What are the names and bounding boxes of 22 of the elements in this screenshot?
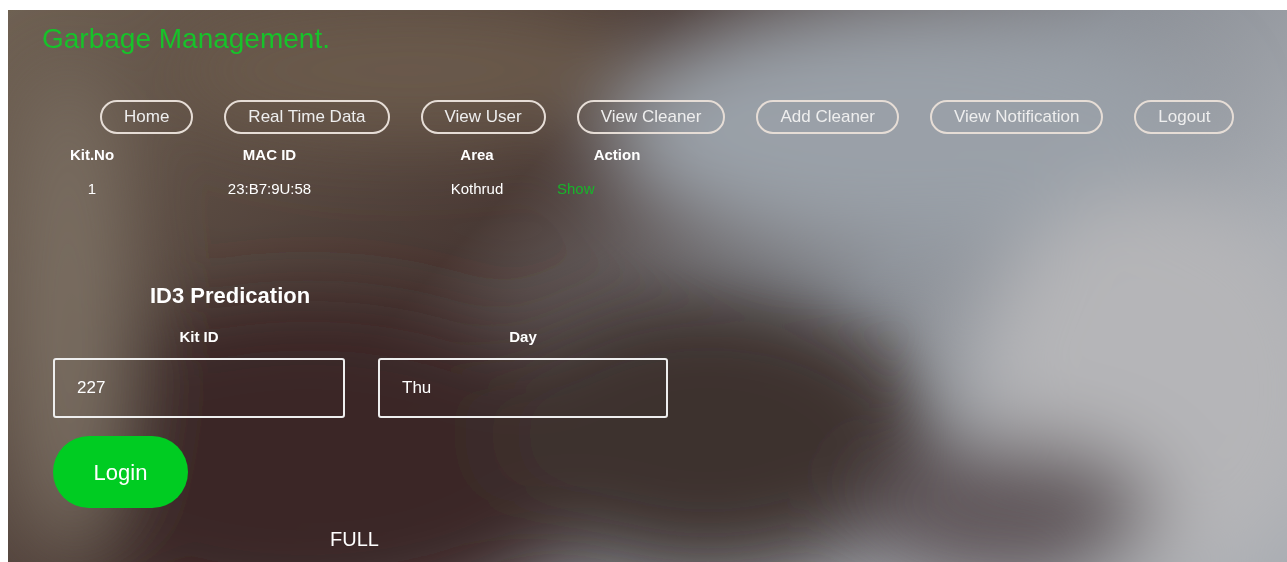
nav-button[interactable]: View User [420,99,546,134]
table-cell-text: Kothrud [449,179,505,200]
field-label: Kit ID [178,327,220,347]
show-link[interactable]: Show [557,178,677,201]
table-cell-text: 1 [86,179,98,200]
column-header: Kit.No [68,145,116,165]
table-cell-text: 23:B7:9U:58 [226,179,313,200]
nav-button[interactable]: Logout [1134,99,1235,134]
result-text: FULL [330,528,380,551]
column-header: Area [459,145,495,165]
nav-button[interactable]: Add Cleaner [756,99,899,134]
site-title: Garbage Management. [42,22,331,56]
nav-button[interactable]: View Notification [930,99,1104,134]
input-field[interactable]: 227 [53,358,345,419]
input-field[interactable]: Thu [378,358,668,419]
column-header: Action [592,145,642,165]
nav-button[interactable]: Home [100,99,194,134]
field-label: Day [508,327,538,347]
nav-button[interactable]: Real Time Data [224,99,390,134]
section-heading: ID3 Predication [150,282,312,310]
nav-button[interactable]: View Cleaner [576,99,726,134]
column-header: MAC ID [241,145,298,165]
